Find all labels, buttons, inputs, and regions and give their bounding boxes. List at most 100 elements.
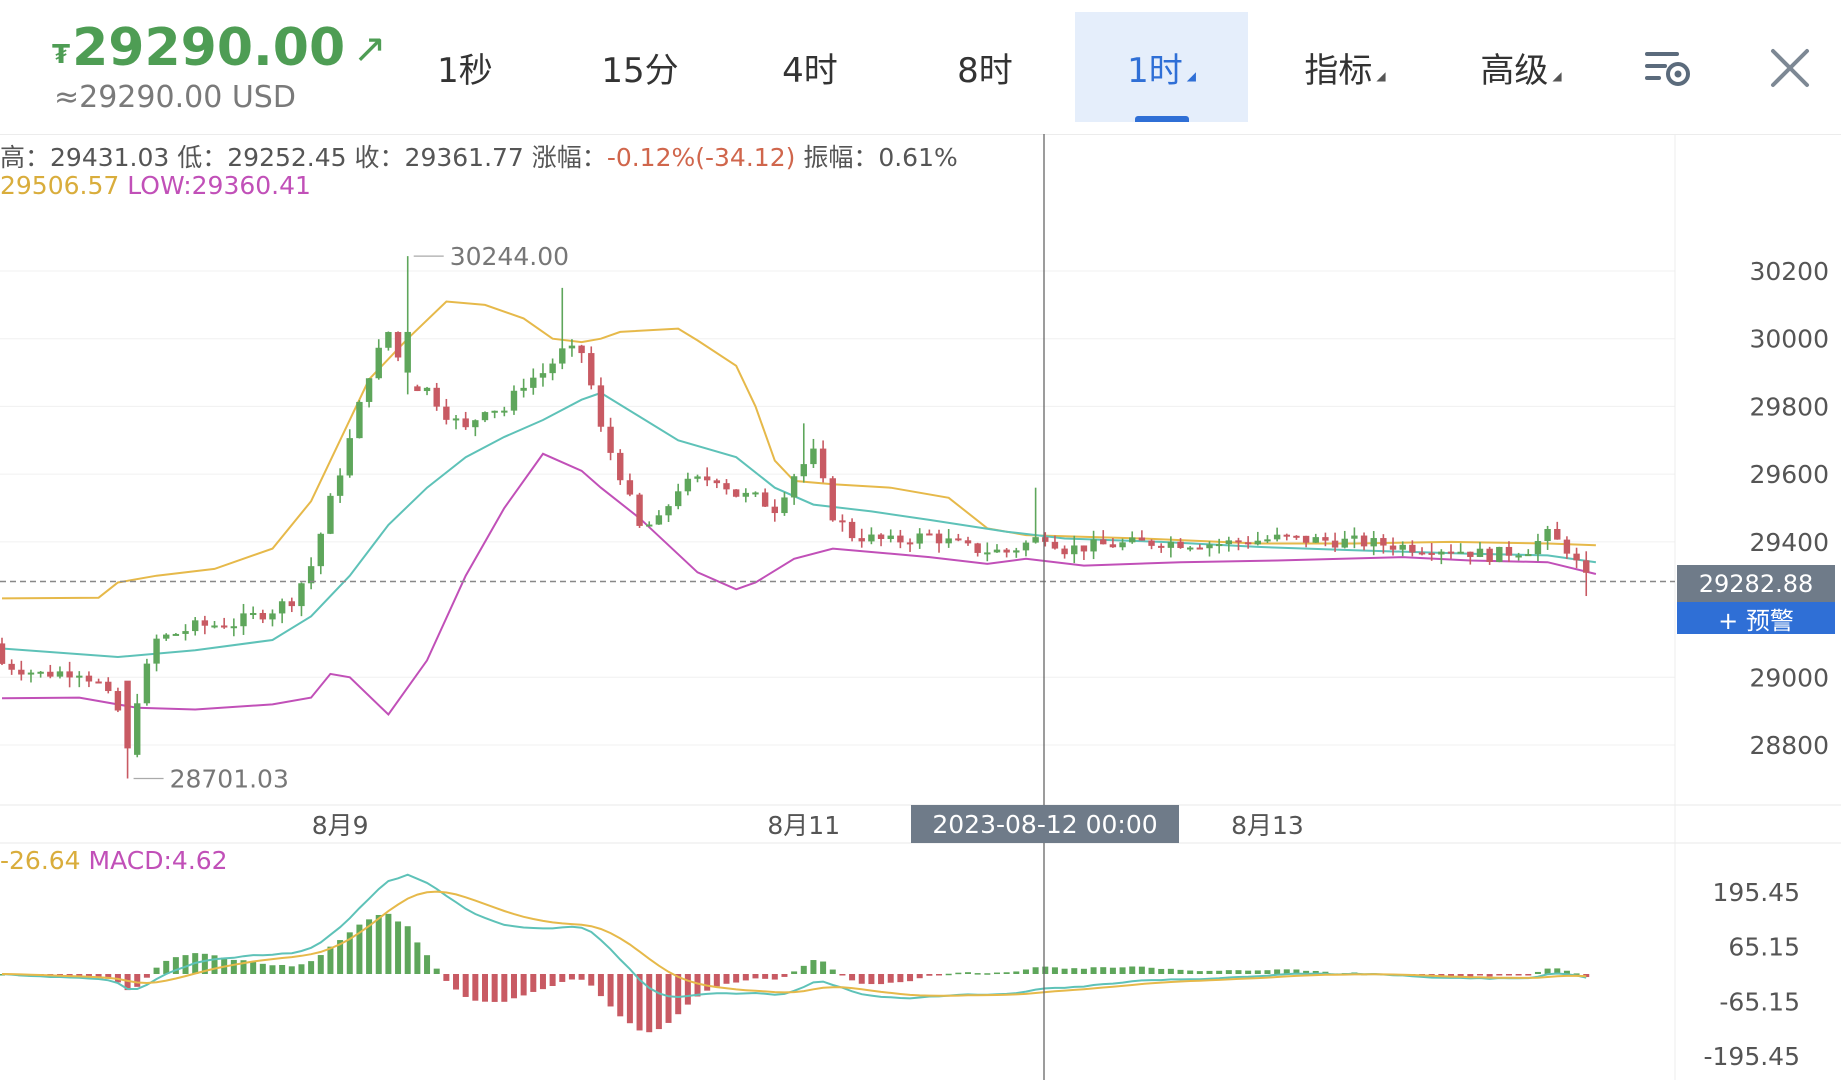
macd-bar [530, 974, 537, 992]
macd-bar [578, 974, 585, 980]
candle-body [47, 671, 54, 677]
macd-bar [259, 963, 266, 974]
macd-bar [733, 974, 740, 983]
macd-bar [858, 974, 865, 984]
macd-y-tick-label: -195.45 [1704, 1042, 1801, 1071]
candle-body [588, 353, 595, 386]
candle-body [1563, 539, 1571, 554]
low-value: 29252.45 [227, 143, 347, 172]
candle-body [974, 543, 981, 553]
macd-bar [1457, 974, 1464, 977]
macd-bar [1080, 968, 1087, 974]
macd-bar [356, 924, 363, 974]
candle-body [1071, 545, 1078, 555]
candle-body [1244, 542, 1252, 545]
candle-body [829, 478, 836, 521]
candle-body [1370, 538, 1377, 547]
settings-icon[interactable] [1640, 40, 1696, 96]
macd-bar [37, 974, 44, 977]
candle-body [781, 497, 788, 514]
candle-body [1235, 540, 1242, 543]
tab-1s[interactable]: 1秒 [420, 12, 510, 122]
macd-bar [723, 974, 730, 984]
macd-bar [1148, 967, 1155, 974]
macd-bar [366, 919, 373, 974]
macd-bar [114, 974, 121, 983]
macd-bar [945, 973, 952, 976]
dropdown-triangle-icon: ◢ [1186, 69, 1196, 83]
candle-body [462, 418, 469, 428]
candle-body [1119, 542, 1126, 548]
macd-bar [675, 974, 682, 1015]
tab-1h[interactable]: 1时 ◢ [1075, 12, 1248, 122]
current-price: 29290.00 [72, 18, 346, 78]
macd-bar [1264, 970, 1271, 974]
boll-up-value: 29506.57 [0, 171, 120, 200]
candle-body [414, 386, 421, 392]
candle-body [1061, 548, 1068, 555]
macd-bar [201, 953, 208, 974]
candle-body [665, 506, 672, 516]
candle-body [723, 483, 730, 490]
macd-bar [1573, 973, 1580, 975]
candle-body [1399, 544, 1406, 550]
macd-bar [1032, 967, 1039, 974]
macd-dif-line [1, 873, 1587, 1000]
candle-body [510, 390, 518, 411]
candle-body [839, 520, 846, 523]
macd-bar [800, 965, 807, 974]
macd-bar [1409, 974, 1416, 977]
tab-advanced[interactable]: 高级 ◢ [1466, 12, 1576, 122]
candle-body [1051, 541, 1059, 549]
macd-bar [742, 974, 749, 981]
macd-bar [337, 940, 344, 974]
macd-bar [771, 974, 778, 980]
candle-body [105, 681, 112, 692]
candle-body [752, 492, 759, 495]
candle-body [37, 671, 44, 674]
candle-body [1273, 534, 1281, 540]
candle-body [1418, 552, 1426, 555]
candle-body [1322, 537, 1329, 541]
x-tick-label: 8月13 [1231, 811, 1304, 840]
candlesticks [0, 256, 1590, 779]
candle-body [1360, 535, 1368, 547]
macd-bar [1505, 974, 1512, 976]
tab-15m[interactable]: 15分 [590, 12, 690, 122]
candle-body [1409, 544, 1416, 553]
axes: 28800 29000 29400 29600 29800 30000 30200 195.4… [312, 257, 1829, 1071]
tab-indicators[interactable]: 指标 ◢ [1290, 12, 1400, 122]
add-alert-button[interactable]: + 预警 [1677, 602, 1835, 635]
candle-body [1534, 540, 1542, 555]
macd-bar [433, 968, 440, 974]
candle-body [1302, 535, 1310, 543]
candle-body [153, 638, 160, 664]
candle-body [1351, 535, 1358, 539]
macd-bar [124, 974, 131, 991]
candle-body [1544, 529, 1551, 541]
close-icon[interactable] [1762, 40, 1818, 96]
macd-bar [1119, 967, 1126, 974]
candle-body [1100, 539, 1107, 545]
candle-body [443, 406, 450, 420]
macd-bar [385, 913, 392, 974]
candle-body [1022, 542, 1030, 551]
tab-8h[interactable]: 8时 [940, 12, 1030, 122]
macd-bar [279, 964, 286, 974]
candle-body [365, 378, 373, 402]
macd-bar [1071, 968, 1078, 974]
macd-bar [1013, 971, 1020, 974]
macd-bar [762, 974, 769, 979]
grid-lines [0, 134, 1841, 1080]
macd-bar [472, 974, 479, 1001]
candle-body [1467, 551, 1474, 557]
macd-bar [1167, 968, 1174, 974]
candle-body [607, 426, 614, 453]
tab-4h[interactable]: 4时 [765, 12, 855, 122]
macd-bar [1399, 974, 1406, 976]
macd-bar [791, 971, 798, 974]
candle-body [76, 675, 83, 678]
macd-bar [47, 974, 54, 978]
macd-bar [897, 974, 904, 983]
macd-histogram [0, 913, 1590, 1033]
